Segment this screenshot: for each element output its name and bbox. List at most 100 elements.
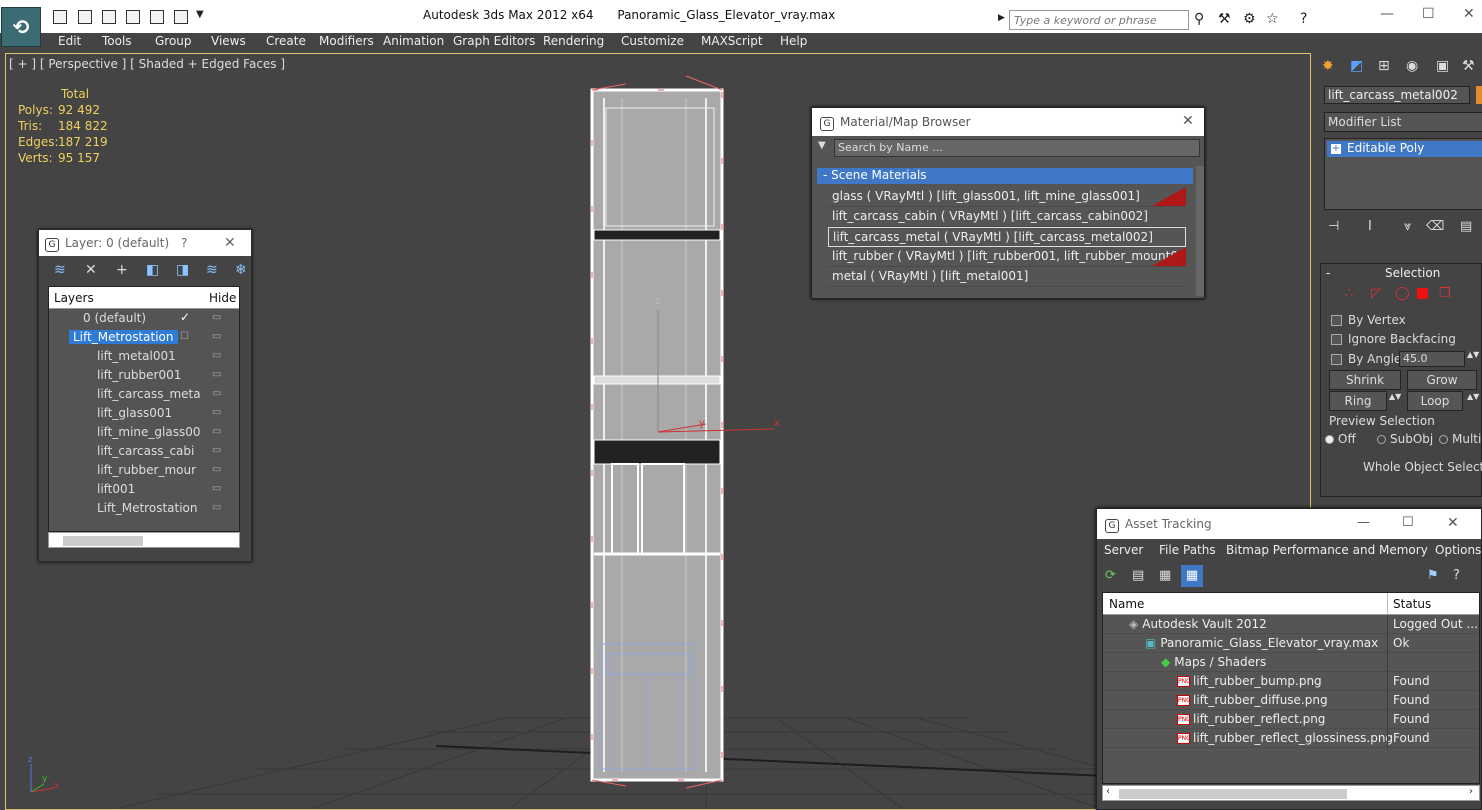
hold-icon[interactable] <box>126 10 140 24</box>
menu-group[interactable]: Group <box>155 34 192 48</box>
expand-arrow-icon[interactable]: ▶ <box>998 13 1005 23</box>
pin-stack-icon[interactable]: ⊣ <box>1328 219 1339 234</box>
scrollbar-thumb[interactable] <box>1119 789 1347 799</box>
asset-row[interactable]: ◆ Maps / Shaders <box>1103 653 1479 672</box>
configure-sets-icon[interactable]: ▤ <box>1460 219 1472 234</box>
selection-title[interactable]: Selection <box>1385 266 1440 280</box>
layer-row[interactable]: 0 (default) ✓ ▭ <box>49 309 239 328</box>
material-row[interactable]: metal ( VRayMtl ) [lift_metal001] <box>828 267 1186 287</box>
asset-row[interactable]: PNG lift_rubber_reflect_glossiness.png Fou… <box>1103 729 1479 748</box>
create-tab-icon[interactable]: ✸ <box>1322 58 1334 74</box>
tools-icon[interactable]: ⚒ <box>1218 11 1231 27</box>
checkbox-box[interactable] <box>1331 315 1342 326</box>
hide-toggle[interactable]: ▭ <box>212 350 221 361</box>
freeze-all-icon[interactable]: ❄ <box>235 262 247 278</box>
radio-dot[interactable] <box>1325 435 1334 444</box>
menu-options[interactable]: Options <box>1435 543 1481 557</box>
menu-help[interactable]: Help <box>780 34 807 48</box>
column-status[interactable]: Status <box>1393 597 1431 611</box>
preview-multi-radio[interactable]: Multi <box>1439 432 1481 446</box>
menu-customize[interactable]: Customize <box>621 34 684 48</box>
close-icon[interactable]: ✕ <box>1182 113 1194 129</box>
grow-button[interactable]: Grow <box>1407 370 1477 390</box>
table-view-icon[interactable]: ▦ <box>1181 565 1203 587</box>
layer-row[interactable]: lift_carcass_meta ▭ <box>49 385 239 404</box>
hierarchy-tab-icon[interactable]: ⊞ <box>1378 58 1390 74</box>
ring-spinner-icon[interactable]: ▲▼ <box>1389 392 1401 401</box>
checkbox-box[interactable] <box>1331 354 1342 365</box>
scene-materials-header[interactable]: - Scene Materials <box>817 168 1193 184</box>
ring-button[interactable]: Ring <box>1329 391 1387 411</box>
spinner-arrows-icon[interactable]: ▲▼ <box>1467 350 1479 359</box>
layer-row[interactable]: lift_carcass_cabi ▭ <box>49 442 239 461</box>
layer-row[interactable]: lift001 ▭ <box>49 480 239 499</box>
menu-modifiers[interactable]: Modifiers <box>319 34 374 48</box>
remove-modifier-icon[interactable]: ⌫ <box>1426 219 1444 234</box>
favorites-star-icon[interactable]: ☆ <box>1266 11 1279 27</box>
show-end-result-icon[interactable]: Ⅰ <box>1368 219 1372 234</box>
exchange-icon[interactable]: ⚙ <box>1243 11 1256 27</box>
current-layer-box-icon[interactable]: ☐ <box>180 331 189 342</box>
column-layers[interactable]: Layers <box>54 291 94 305</box>
hide-toggle[interactable]: ▭ <box>212 407 221 418</box>
app-menu-button[interactable]: ⟲ <box>1 7 41 47</box>
menu-file[interactable]: File <box>1159 543 1179 557</box>
project-icon[interactable] <box>174 10 188 24</box>
hide-toggle[interactable]: ▭ <box>212 331 221 342</box>
object-name-input[interactable]: lift_carcass_metal002 <box>1324 86 1470 104</box>
layer-row[interactable]: lift_rubber_mour ▭ <box>49 461 239 480</box>
new-file-icon[interactable] <box>102 10 116 24</box>
layer-row[interactable]: Lift_Metrostation ☐ ▭ <box>49 328 239 347</box>
hide-toggle[interactable]: ▭ <box>212 388 221 399</box>
minimize-icon[interactable]: — <box>1357 515 1370 530</box>
dropdown-arrow-icon[interactable]: ▼ <box>196 9 204 20</box>
close-icon[interactable]: ✕ <box>224 235 236 251</box>
vertex-mode-icon[interactable]: ∴ <box>1345 286 1353 301</box>
menu-bitmap-performance[interactable]: Bitmap Performance and Memory <box>1226 543 1428 557</box>
ignore-backfacing-checkbox[interactable]: Ignore Backfacing <box>1331 332 1456 346</box>
menu-create[interactable]: Create <box>266 34 306 48</box>
close-icon[interactable]: ✕ <box>1463 6 1475 22</box>
help-icon[interactable]: ? <box>1453 568 1460 583</box>
layer-horizontal-scrollbar[interactable] <box>48 532 240 548</box>
asset-table[interactable]: Name Status ◈ Autodesk Vault 2012 Logged O… <box>1102 592 1480 784</box>
vault-help-icon[interactable]: ⚑ <box>1427 568 1439 583</box>
window-icon[interactable] <box>150 10 164 24</box>
material-browser-titlebar[interactable]: G Material/Map Browser ✕ <box>812 108 1204 136</box>
scroll-right-icon[interactable]: › <box>1469 786 1473 797</box>
layer-tree[interactable]: Layers Hide 0 (default) ✓ ▭ Lift_Metrostat… <box>48 286 240 532</box>
delete-layer-icon[interactable]: ✕ <box>85 262 97 278</box>
asset-row[interactable]: PNG lift_rubber_bump.png Found <box>1103 672 1479 691</box>
hide-toggle[interactable]: ▭ <box>212 464 221 475</box>
refresh-icon[interactable]: ⟳ <box>1105 568 1116 583</box>
layer-dialog-titlebar[interactable]: G Layer: 0 (default) ? ✕ <box>39 230 251 256</box>
object-color-swatch[interactable] <box>1476 86 1482 104</box>
by-angle-checkbox[interactable]: By Angle: <box>1331 352 1405 366</box>
motion-tab-icon[interactable]: ◉ <box>1406 58 1418 74</box>
scroll-left-icon[interactable]: ‹ <box>1106 786 1110 797</box>
modify-tab-icon[interactable]: ◩ <box>1350 58 1363 74</box>
asset-tracking-titlebar[interactable]: G Asset Tracking — ☐ ✕ <box>1097 509 1481 539</box>
layer-row[interactable]: Lift_Metrostation ▭ <box>49 499 239 518</box>
menu-tools[interactable]: Tools <box>102 34 132 48</box>
material-row[interactable]: glass ( VRayMtl ) [lift_glass001, lift_m… <box>828 187 1186 207</box>
open-folder-icon[interactable] <box>53 10 67 24</box>
menu-graph-editors[interactable]: Graph Editors <box>453 34 535 48</box>
save-icon[interactable] <box>78 10 92 24</box>
layer-row[interactable]: lift_glass001 ▭ <box>49 404 239 423</box>
column-separator[interactable] <box>1387 593 1388 615</box>
select-layer-icon[interactable]: ◨ <box>176 262 189 278</box>
layer-row[interactable]: lift_mine_glass00 ▭ <box>49 423 239 442</box>
menu-paths[interactable]: Paths <box>1183 543 1216 557</box>
make-unique-icon[interactable]: ⩔ <box>1404 219 1411 234</box>
menu-maxscript[interactable]: MAXScript <box>701 34 763 48</box>
list-view-icon[interactable]: ▤ <box>1132 568 1144 583</box>
material-row[interactable]: lift_carcass_cabin ( VRayMtl ) [lift_car… <box>828 207 1186 227</box>
radio-dot[interactable] <box>1439 435 1448 444</box>
stack-item-editable-poly[interactable]: + Editable Poly <box>1327 141 1482 157</box>
help-search-input[interactable]: Type a keyword or phrase <box>1009 10 1189 30</box>
modifier-stack[interactable]: + Editable Poly <box>1324 138 1482 210</box>
help-icon[interactable]: ? <box>1300 11 1307 27</box>
modifier-list-dropdown[interactable]: Modifier List <box>1324 112 1482 132</box>
expand-plus-icon[interactable]: + <box>1331 144 1341 154</box>
